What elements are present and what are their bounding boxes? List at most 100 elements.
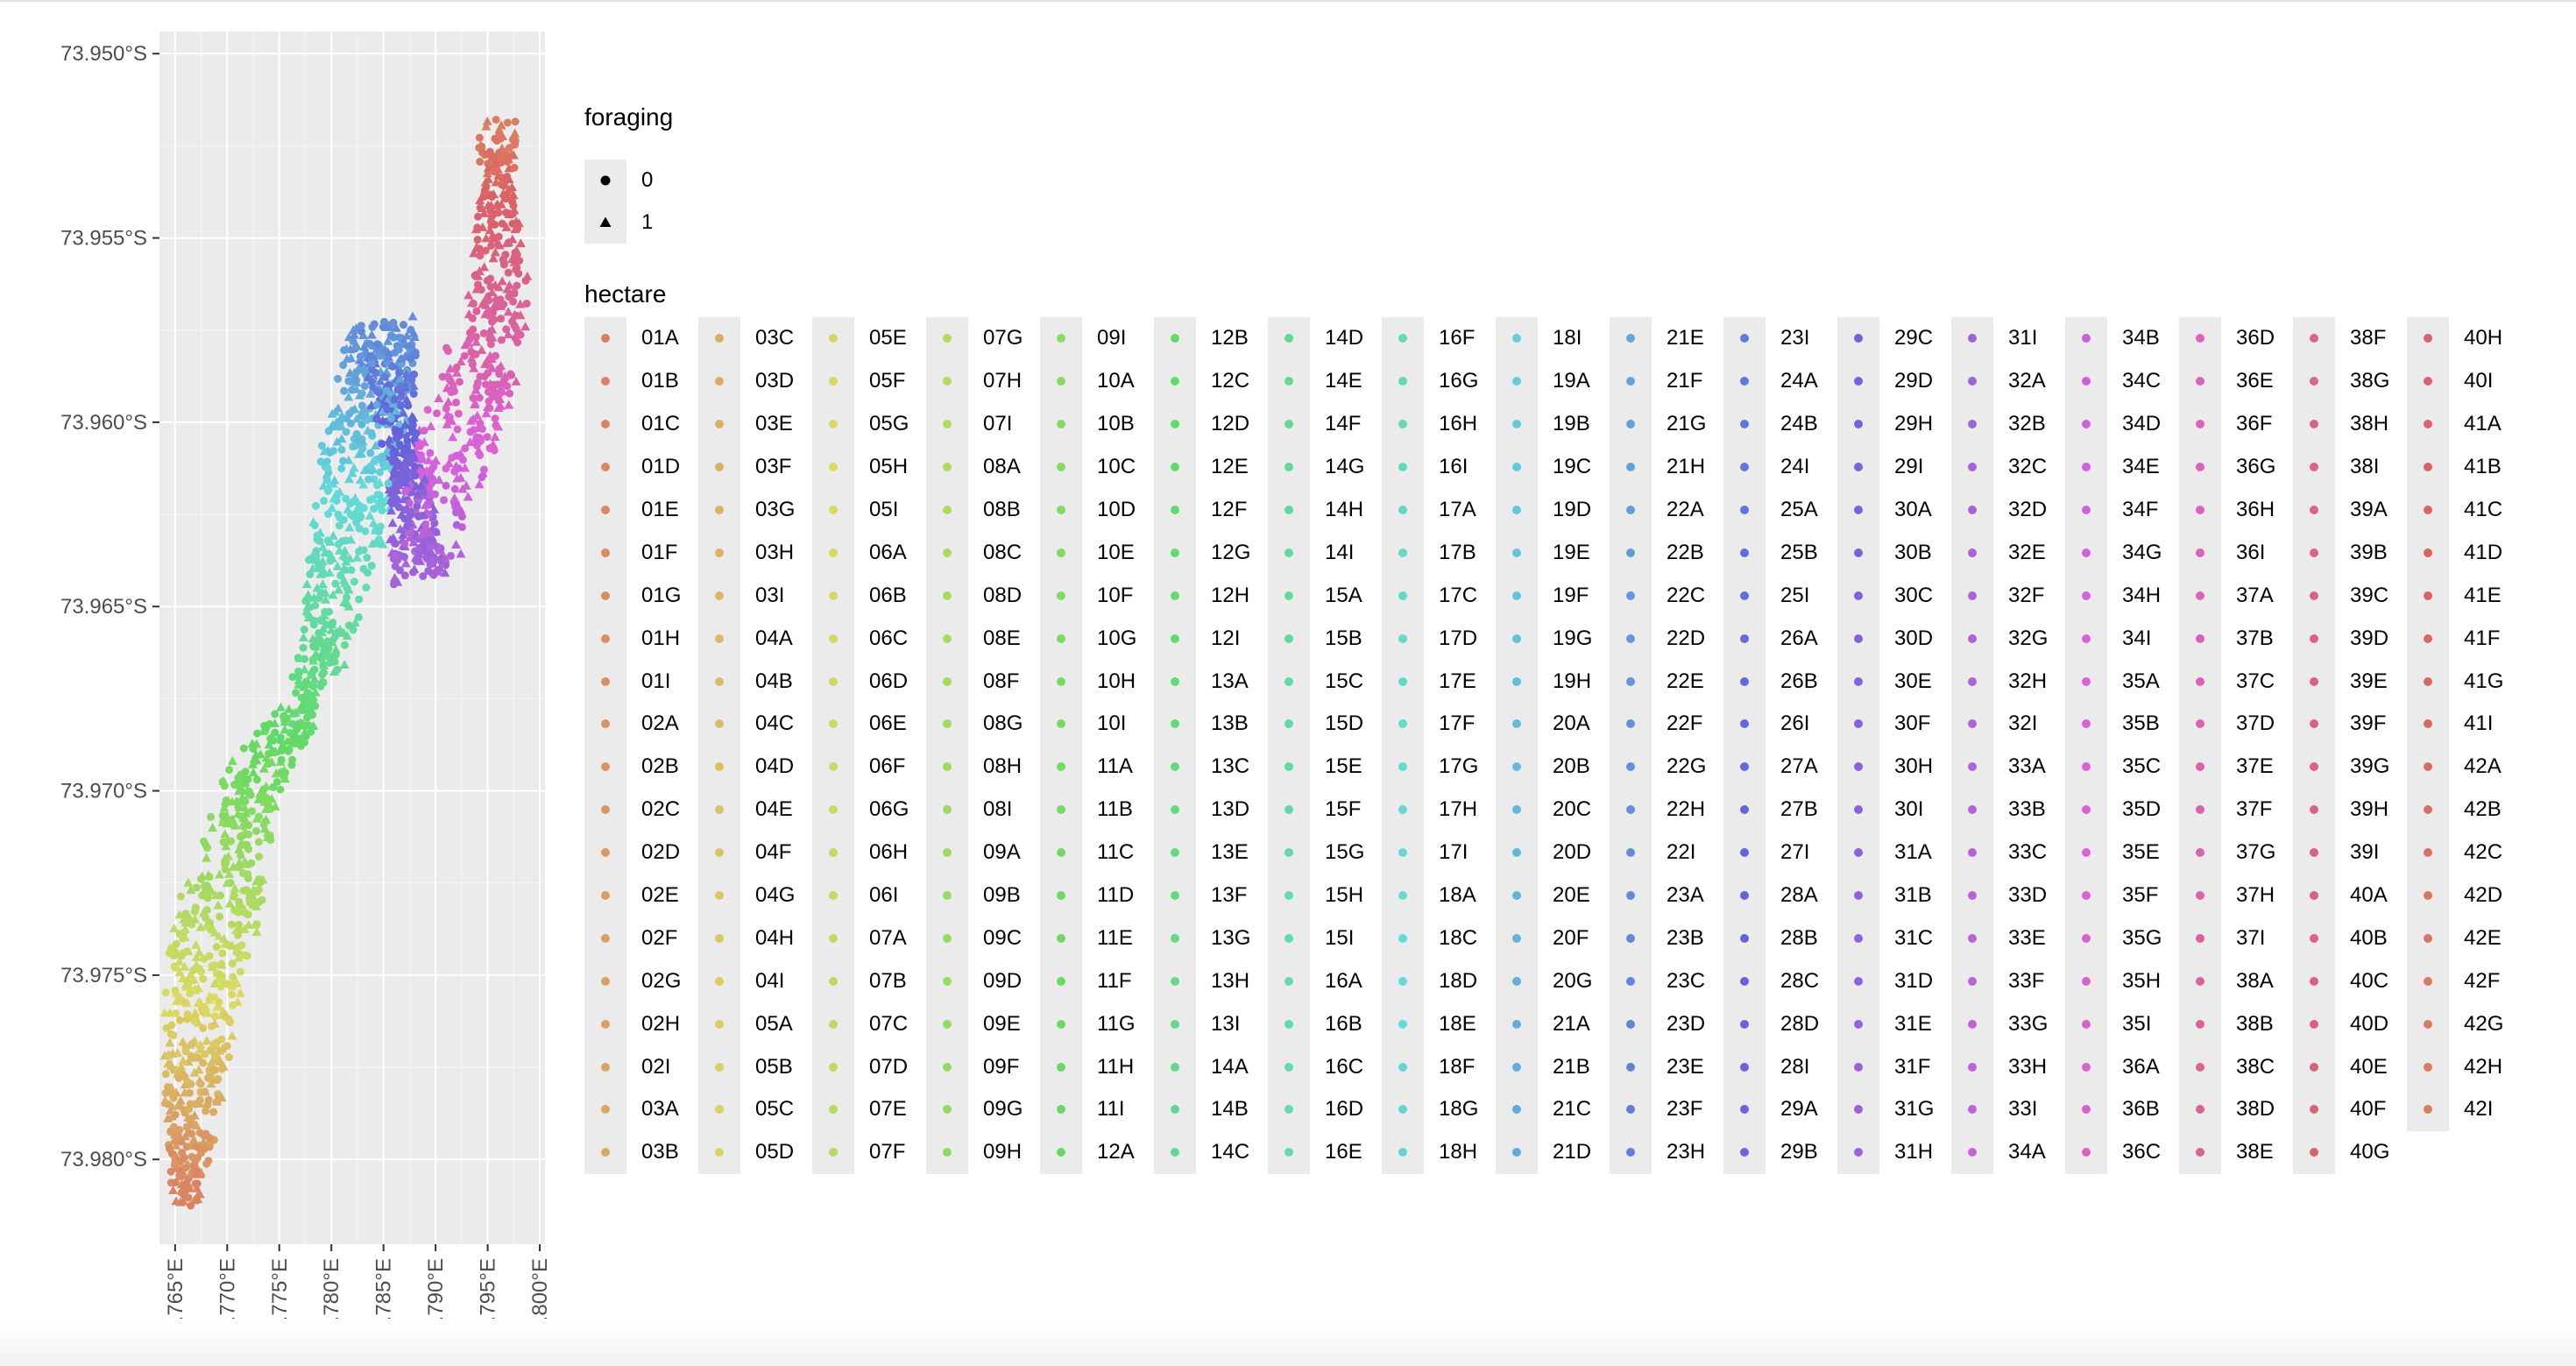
hectare-legend-label: 06B [869,583,907,607]
hectare-legend-label: 08B [983,498,1021,521]
hectare-color-key [1040,317,1082,360]
color-dot-icon [2082,891,2091,901]
hectare-color-key [698,402,740,446]
hectare-legend-item: 13D [1154,788,1268,832]
hectare-color-key [1723,745,1766,789]
color-dot-icon [829,377,838,386]
color-dot-icon [2310,891,2318,901]
hectare-color-key [1837,660,1879,704]
hectare-legend-item: 19H [1496,660,1610,704]
color-dot-icon [1854,506,1863,514]
foraging-legend-item-1: 1 [584,202,673,244]
hectare-legend-item: 30C [1837,574,1951,618]
hectare-legend-item: 06F [812,745,926,789]
hectare-color-key [2065,660,2107,704]
hectare-legend-label: 12I [1211,626,1241,650]
hectare-legend-item: 09H [926,1130,1040,1174]
data-point-circle [247,859,256,867]
hectare-legend-label: 19E [1553,540,1590,564]
hectare-legend-item: 31A [1837,831,1951,874]
data-point-circle [495,396,504,405]
hectare-color-key [1154,917,1196,960]
color-dot-icon [829,676,838,686]
color-dot-icon [2424,976,2432,986]
hectare-legend-column: 01A 01B 01C 01D 01E 01F 01G 01H 01I 02A 02B 02C 02D 0… [584,317,698,1174]
color-dot-icon [943,548,952,557]
color-dot-icon [601,633,610,643]
hectare-legend-item: 11A [1040,745,1154,789]
hectare-legend-label: 03B [641,1140,679,1164]
hectare-legend-item: 10A [1040,359,1154,403]
hectare-legend-item: 33E [1951,917,2065,960]
color-dot-icon [1171,548,1179,557]
data-point-circle [409,453,418,462]
hectare-color-key [1154,1002,1196,1046]
hectare-color-key [1723,359,1766,403]
hectare-legend-column: 18I 19A 19B 19C 19D 19E 19F 19G 19H 20A 20B 20C 20D 2… [1496,317,1610,1174]
color-dot-icon [2424,805,2432,815]
y-tick-label: 73.975°S [60,964,147,987]
color-dot-icon [601,463,610,472]
color-dot-icon [1512,377,1521,386]
data-point-circle [272,777,281,786]
hectare-legend-column: 36D 36E 36F 36G 36H 36I 37A 37B 37C 37D 37E 37F 37G 3… [2179,317,2293,1174]
data-point-circle [210,1012,219,1021]
hectare-legend-item: 16E [1268,1130,1382,1174]
hectare-legend-item: 26I [1723,703,1837,746]
hectare-legend-item: 02D [584,831,698,874]
hectare-color-key [1837,788,1879,832]
data-point-circle [492,116,500,124]
color-dot-icon [1171,1019,1179,1029]
hectare-legend-label: 36F [2236,412,2273,436]
hectare-legend-item: 32D [1951,488,2065,532]
hectare-legend-item: 38A [2179,959,2293,1003]
hectare-color-key [812,831,854,874]
hectare-legend-item: 19A [1496,359,1610,403]
hectare-color-key [2065,959,2107,1003]
y-tick-label: 73.960°S [60,411,147,435]
hectare-legend-item: 32B [1951,402,2065,446]
hectare-legend-item: 40C [2293,959,2407,1003]
color-dot-icon [1171,976,1179,986]
hectare-color-key [2293,488,2335,532]
hectare-legend-label: 23E [1667,1054,1704,1079]
color-dot-icon [601,719,610,729]
color-dot-icon [715,848,724,858]
color-dot-icon [829,1019,838,1029]
hectare-color-key [698,874,740,917]
color-dot-icon [1968,1019,1977,1029]
color-dot-icon [1740,933,1749,943]
y-tick-label: 73.980°S [60,1148,147,1171]
hectare-legend-item: 10F [1040,574,1154,618]
hectare-legend-label: 29A [1780,1097,1818,1122]
color-dot-icon [1626,976,1635,986]
hectare-legend-item: 22D [1610,617,1723,661]
hectare-color-key [812,917,854,960]
color-dot-icon [1854,548,1863,557]
hectare-color-key [1951,1088,1993,1131]
hectare-legend-label: 04G [755,883,796,908]
hectare-legend-item: 41I [2407,703,2521,746]
color-dot-icon [601,548,610,557]
hectare-legend-item: 35H [2065,959,2179,1003]
data-point-circle [161,1088,170,1097]
color-dot-icon [2082,976,2091,986]
hectare-legend-label: 09H [983,1140,1023,1164]
hectare-legend-item: 38B [2179,1002,2293,1046]
hectare-legend-item: 37D [2179,703,2293,746]
y-tick-label: 73.950°S [60,42,147,66]
hectare-legend-label: 41C [2464,498,2503,521]
hectare-legend-item: 17A [1382,488,1496,532]
hectare-color-key [1610,574,1652,618]
color-dot-icon [1171,1105,1179,1115]
color-dot-icon [1057,719,1065,729]
hectare-legend-item: 21H [1610,445,1723,489]
hectare-color-key [2293,788,2335,832]
hectare-legend-label: 10C [1097,455,1136,479]
hectare-legend-label: 02B [641,754,679,779]
color-dot-icon [1171,463,1179,472]
color-dot-icon [1740,976,1749,986]
color-dot-icon [2196,976,2204,986]
data-point-circle [224,1053,233,1062]
color-dot-icon [1171,719,1179,729]
